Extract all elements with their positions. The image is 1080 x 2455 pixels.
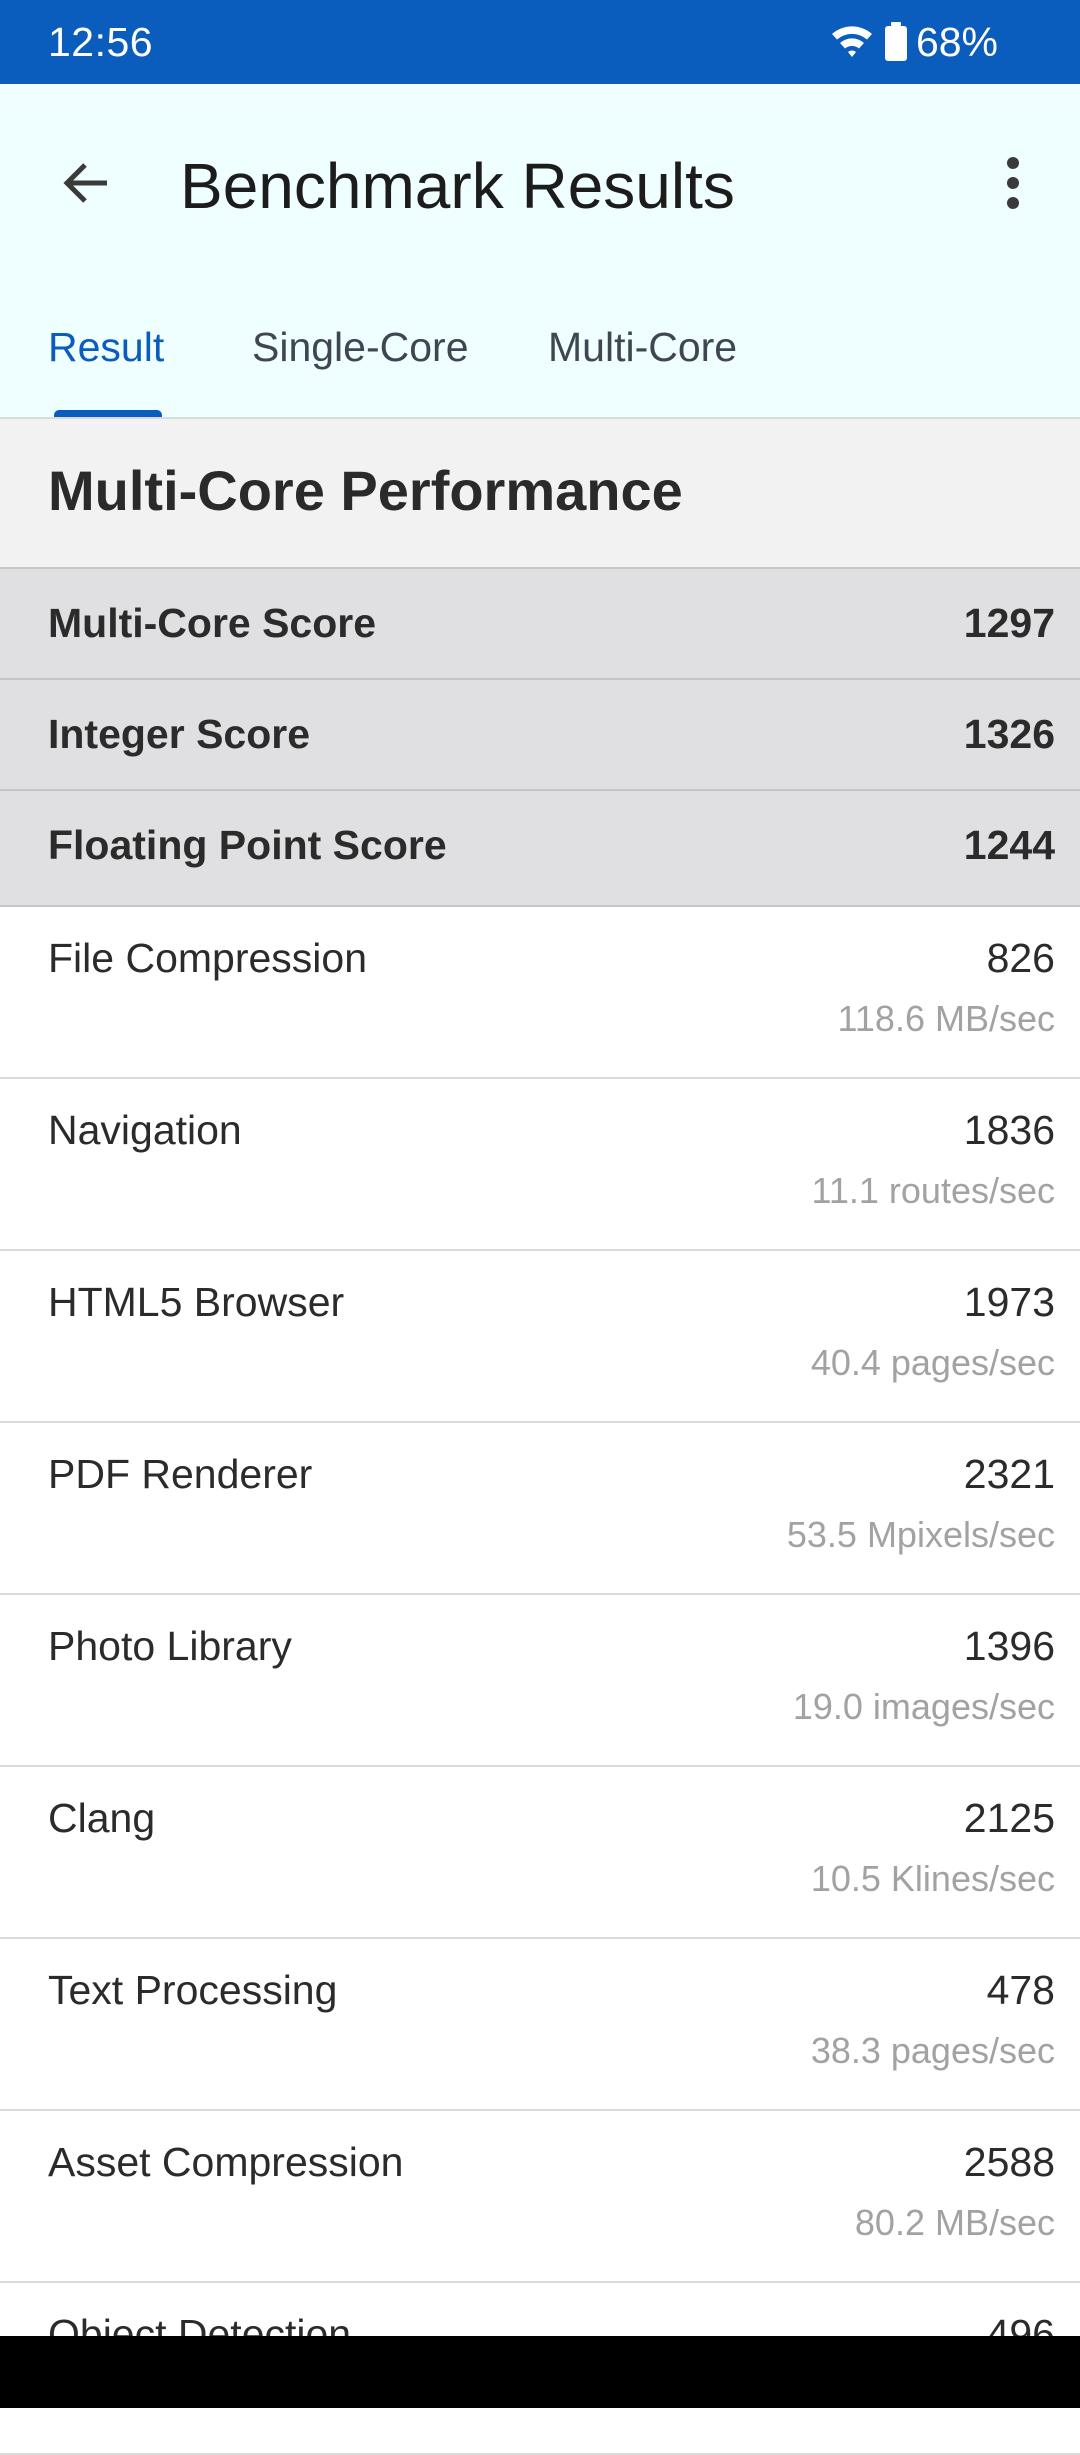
benchmark-name: HTML5 Browser: [48, 1279, 345, 1325]
benchmark-rate: 40.4 pages/sec: [810, 1342, 1055, 1383]
benchmark-name: File Compression: [48, 935, 367, 981]
benchmark-name: Text Processing: [48, 1967, 338, 2013]
battery-icon: [884, 22, 908, 62]
benchmark-rate: 53.5 Mpixels/sec: [786, 1514, 1055, 1555]
benchmark-score: 1973: [963, 1279, 1055, 1325]
benchmark-row-html5-browser: HTML5 Browser 1973 40.4 pages/sec: [0, 1251, 1080, 1423]
benchmark-row-file-compression: File Compression 826 118.6 MB/sec: [0, 907, 1080, 1079]
score-label: Multi-Core Score: [48, 600, 377, 646]
benchmark-score: 2321: [963, 1451, 1055, 1497]
more-vert-icon: [1006, 156, 1020, 214]
benchmark-name: PDF Renderer: [48, 1451, 313, 1497]
benchmark-rate: 80.2 MB/sec: [854, 2202, 1055, 2243]
benchmark-score: 2125: [963, 1795, 1055, 1841]
benchmark-rate: 38.3 pages/sec: [810, 2030, 1055, 2071]
score-value: 1326: [963, 711, 1055, 757]
benchmark-row-navigation: Navigation 1836 11.1 routes/sec: [0, 1079, 1080, 1251]
benchmark-score: 1836: [963, 1107, 1055, 1153]
benchmark-name: Navigation: [48, 1107, 242, 1153]
benchmark-score: 826: [986, 935, 1055, 981]
status-time: 12:56: [48, 19, 154, 65]
score-label: Integer Score: [48, 711, 311, 757]
more-options-button[interactable]: [968, 140, 1058, 230]
tab-result[interactable]: Result: [48, 264, 164, 418]
benchmark-row-pdf-renderer: PDF Renderer 2321 53.5 Mpixels/sec: [0, 1423, 1080, 1595]
benchmark-score: 2588: [963, 2139, 1055, 2185]
status-bar: 12:56 68%: [0, 0, 1080, 84]
tab-multi-core[interactable]: Multi-Core: [548, 264, 737, 418]
benchmark-name: Photo Library: [48, 1623, 292, 1669]
benchmark-rate: 118.6 MB/sec: [837, 998, 1055, 1039]
section-title: Multi-Core Performance: [48, 459, 683, 522]
benchmark-rate: 19.0 images/sec: [792, 1686, 1055, 1727]
benchmark-rate: 11.1 routes/sec: [811, 1170, 1055, 1211]
benchmark-name: Asset Compression: [48, 2139, 404, 2185]
score-value: 1244: [963, 822, 1055, 868]
score-row-floating-point: Floating Point Score 1244: [0, 791, 1080, 907]
system-navigation-bar: [0, 2336, 1080, 2408]
score-value: 1297: [963, 600, 1055, 646]
benchmark-row-text-processing: Text Processing 478 38.3 pages/sec: [0, 1939, 1080, 2111]
benchmark-name: Clang: [48, 1795, 156, 1841]
arrow-back-icon: [59, 157, 111, 214]
score-row-multi-core: Multi-Core Score 1297: [0, 569, 1080, 680]
section-header: Multi-Core Performance: [0, 419, 1080, 569]
back-button[interactable]: [40, 140, 130, 230]
benchmark-row-clang: Clang 2125 10.5 Klines/sec: [0, 1767, 1080, 1939]
benchmark-score: 1396: [963, 1623, 1055, 1669]
tab-single-core[interactable]: Single-Core: [252, 264, 469, 418]
benchmark-row-asset-compression: Asset Compression 2588 80.2 MB/sec: [0, 2111, 1080, 2283]
wifi-icon: [830, 22, 874, 62]
benchmark-row-photo-library: Photo Library 1396 19.0 images/sec: [0, 1595, 1080, 1767]
tab-bar: Result Single-Core Multi-Core: [0, 264, 1080, 418]
benchmark-rate: 10.5 Klines/sec: [810, 1858, 1055, 1899]
benchmark-list: File Compression 826 118.6 MB/sec Naviga…: [0, 907, 1080, 2455]
status-icons: 68%: [830, 0, 998, 84]
score-row-integer: Integer Score 1326: [0, 680, 1080, 791]
score-label: Floating Point Score: [48, 822, 447, 868]
page-title: Benchmark Results: [180, 150, 735, 222]
battery-percentage: 68%: [915, 18, 998, 65]
benchmark-score: 478: [986, 1967, 1055, 2013]
